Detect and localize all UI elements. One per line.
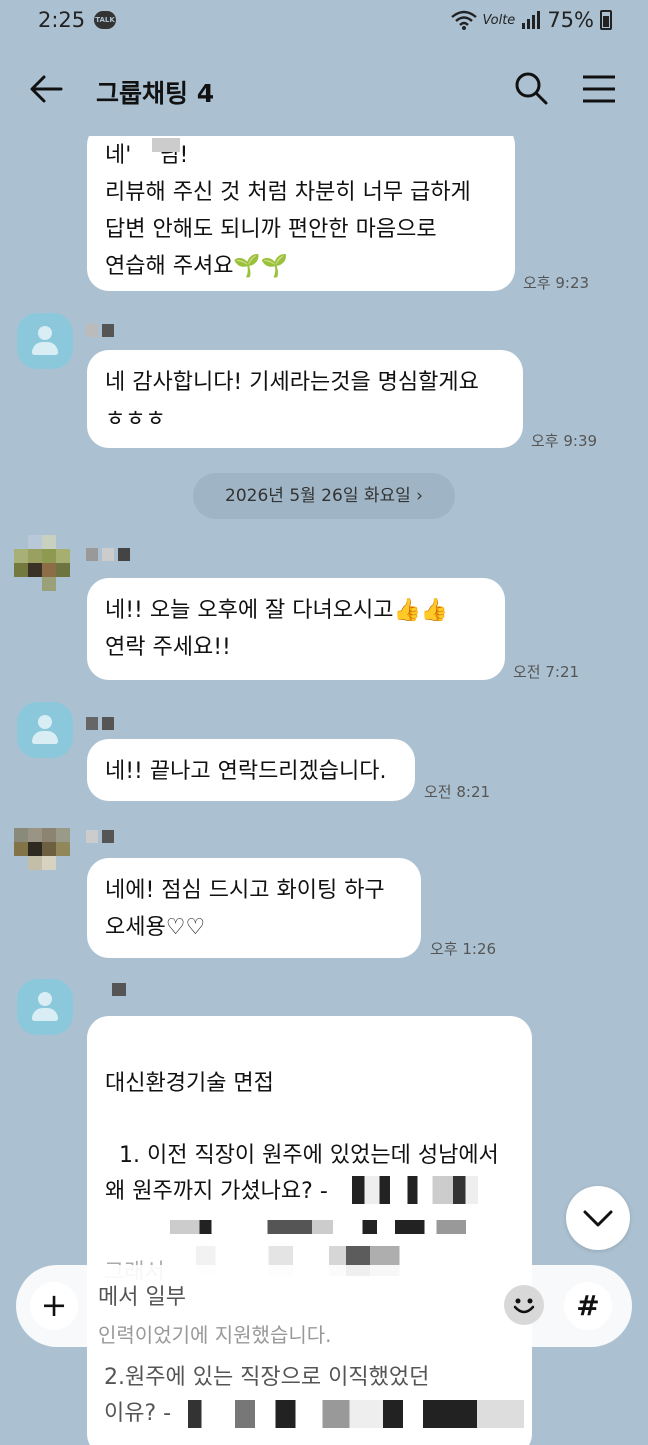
menu-icon[interactable] [582,74,616,104]
composer-overlay-text-2: 인력이었기에 지원했습니다. [98,1323,332,1347]
avatar[interactable] [14,828,72,886]
avatar[interactable] [14,535,72,593]
sender-name [86,322,118,338]
message-composer[interactable]: + 메서 일부 인력이었기에 지원했습니다. # [16,1265,632,1347]
redaction-block [352,1176,478,1204]
smiley-icon [513,1298,535,1314]
message-time: 오전 8:21 [424,783,491,801]
redaction-block [188,1400,524,1428]
sender-name [86,715,118,731]
sender-name [112,981,130,997]
message-bubble[interactable]: 네 감사합니다! 기세라는것을 명심할게요 ㅎㅎㅎ [87,350,523,448]
redaction-block [152,138,180,152]
talk-notification-icon: TALK [94,11,116,29]
message-bubble[interactable]: 네에! 점심 드시고 화이팅 하구 오세용♡♡ [87,858,421,958]
plus-button[interactable]: + [30,1282,78,1330]
avatar[interactable] [17,702,73,758]
date-divider[interactable]: 2026년 5월 26일 화요일 › [193,473,455,519]
signal-icon [522,11,541,29]
status-time: 2:25 [38,8,86,32]
redaction-block [170,1220,466,1234]
avatar[interactable] [17,313,73,369]
message-bubble[interactable]: 네!! 오늘 오후에 잘 다녀오시고👍👍 연락 주세요!! [87,578,505,680]
message-time: 오후 1:26 [430,940,497,958]
message-time: 오후 9:23 [523,274,590,292]
avatar[interactable] [17,979,73,1035]
sender-name [86,546,134,562]
message-time: 오전 7:21 [513,663,580,681]
scroll-to-bottom-button[interactable] [566,1186,630,1250]
status-right: Volte 75% [450,8,612,32]
composer-overlay-text: 메서 일부 [98,1285,186,1310]
emoji-button[interactable] [504,1285,544,1325]
sender-name [86,828,118,844]
status-bar: 2:25 TALK Volte 75% [0,0,648,44]
chevron-down-icon [583,1210,613,1227]
hashtag-button[interactable]: # [564,1282,612,1330]
chat-title: 그룹채팅 4 [96,79,215,108]
chat-header: 그룹채팅 4 [0,44,648,136]
battery-percent: 75% [547,8,594,32]
back-arrow-icon[interactable] [28,71,64,107]
wifi-icon [450,10,477,30]
message-bubble[interactable]: 네!! 끝나고 연락드리겠습니다. [87,739,415,801]
network-label: Volte [482,12,516,28]
battery-icon [600,10,612,30]
message-time: 오후 9:39 [531,432,598,450]
search-icon[interactable] [514,71,548,105]
